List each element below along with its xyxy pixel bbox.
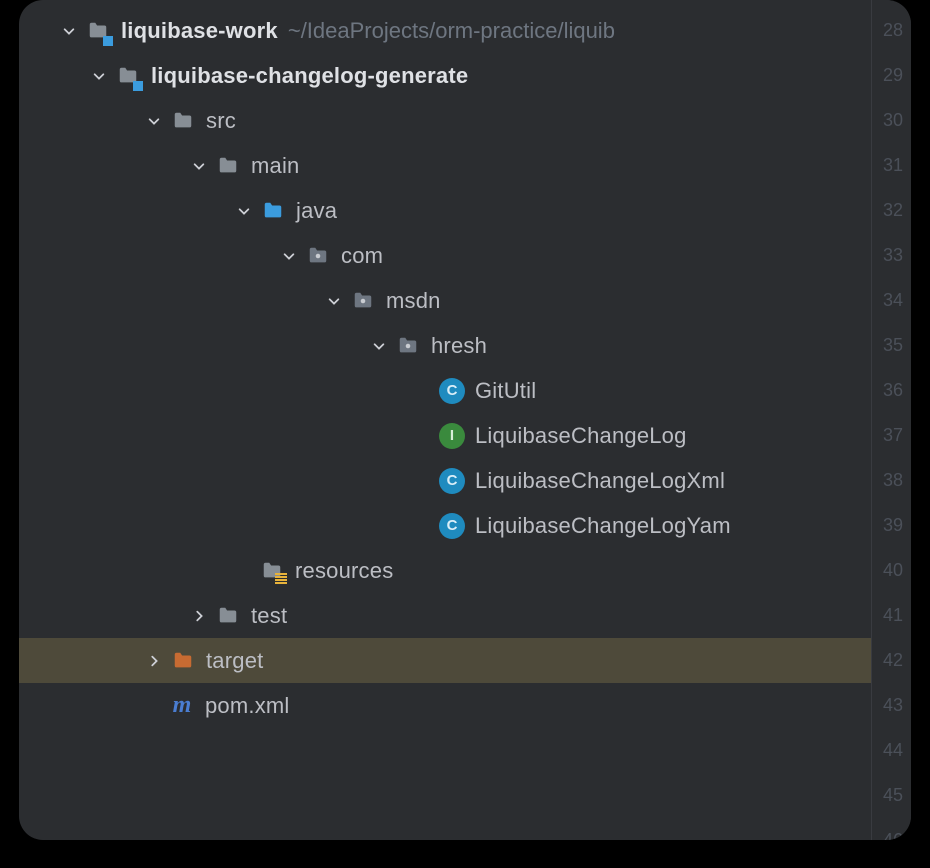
- class-icon: C: [439, 468, 465, 494]
- tree-label: GitUtil: [475, 378, 536, 404]
- line-number: 31: [872, 143, 911, 188]
- excluded-folder-icon: [170, 648, 196, 674]
- tree-row-class[interactable]: C LiquibaseChangeLogXml: [19, 458, 871, 503]
- tree-row-hresh[interactable]: hresh: [19, 323, 871, 368]
- folder-icon: [215, 603, 241, 629]
- tree-row-resources[interactable]: resources: [19, 548, 871, 593]
- folder-icon: [215, 153, 241, 179]
- tree-label: LiquibaseChangeLog: [475, 423, 687, 449]
- tree-row-module[interactable]: liquibase-changelog-generate: [19, 53, 871, 98]
- line-number: 39: [872, 503, 911, 548]
- chevron-right-icon[interactable]: [189, 606, 209, 626]
- tree-label: pom.xml: [205, 693, 290, 719]
- tree-row-root[interactable]: liquibase-work ~/IdeaProjects/orm-practi…: [19, 8, 871, 53]
- tree-label: resources: [295, 558, 393, 584]
- tree-path: ~/IdeaProjects/orm-practice/liquib: [288, 18, 615, 44]
- chevron-right-icon[interactable]: [144, 651, 164, 671]
- tree-row-target[interactable]: target: [19, 638, 871, 683]
- folder-icon: [170, 108, 196, 134]
- package-icon: [305, 243, 331, 269]
- line-number: 35: [872, 323, 911, 368]
- tree-label: LiquibaseChangeLogYam: [475, 513, 731, 539]
- line-number: 36: [872, 368, 911, 413]
- line-number: 43: [872, 683, 911, 728]
- chevron-down-icon[interactable]: [89, 66, 109, 86]
- tree-label: java: [296, 198, 337, 224]
- line-number: 32: [872, 188, 911, 233]
- package-icon: [350, 288, 376, 314]
- tree-row-class[interactable]: I LiquibaseChangeLog: [19, 413, 871, 458]
- line-number: 42: [872, 638, 911, 683]
- tree-label: target: [206, 648, 263, 674]
- module-indicator: [133, 81, 143, 91]
- chevron-down-icon[interactable]: [144, 111, 164, 131]
- project-tree-panel: liquibase-work ~/IdeaProjects/orm-practi…: [19, 0, 911, 840]
- line-number: 40: [872, 548, 911, 593]
- maven-icon: m: [169, 693, 195, 719]
- line-number: 41: [872, 593, 911, 638]
- line-number: 34: [872, 278, 911, 323]
- tree-label: main: [251, 153, 300, 179]
- editor-gutter: 28293031323334353637383940414243444546: [871, 0, 911, 840]
- tree-row-test[interactable]: test: [19, 593, 871, 638]
- tree-label: LiquibaseChangeLogXml: [475, 468, 725, 494]
- resources-folder-icon: [259, 558, 285, 584]
- line-number: 45: [872, 773, 911, 818]
- resources-indicator: [275, 573, 287, 585]
- tree-label: liquibase-work: [121, 18, 278, 44]
- tree-label: liquibase-changelog-generate: [151, 63, 468, 89]
- tree-row-pom[interactable]: m pom.xml: [19, 683, 871, 728]
- line-number: 44: [872, 728, 911, 773]
- class-icon: C: [439, 513, 465, 539]
- tree-label: src: [206, 108, 236, 134]
- package-icon: [395, 333, 421, 359]
- tree-row-msdn[interactable]: msdn: [19, 278, 871, 323]
- chevron-down-icon[interactable]: [369, 336, 389, 356]
- tree-row-class[interactable]: C GitUtil: [19, 368, 871, 413]
- chevron-down-icon[interactable]: [189, 156, 209, 176]
- tree-row-src[interactable]: src: [19, 98, 871, 143]
- module-folder-icon: [85, 18, 111, 44]
- line-number: 33: [872, 233, 911, 278]
- tree-label: test: [251, 603, 287, 629]
- line-number: 28: [872, 8, 911, 53]
- tree-label: com: [341, 243, 383, 269]
- chevron-down-icon[interactable]: [279, 246, 299, 266]
- line-number: 38: [872, 458, 911, 503]
- line-number: 46: [872, 818, 911, 840]
- tree-row-main[interactable]: main: [19, 143, 871, 188]
- tree-row-class[interactable]: C LiquibaseChangeLogYam: [19, 503, 871, 548]
- tree-row-java[interactable]: java: [19, 188, 871, 233]
- chevron-down-icon[interactable]: [324, 291, 344, 311]
- class-icon: C: [439, 378, 465, 404]
- chevron-down-icon[interactable]: [59, 21, 79, 41]
- tree-row-com[interactable]: com: [19, 233, 871, 278]
- tree-label: hresh: [431, 333, 487, 359]
- project-tree[interactable]: liquibase-work ~/IdeaProjects/orm-practi…: [19, 0, 871, 840]
- tree-label: msdn: [386, 288, 441, 314]
- line-number: 30: [872, 98, 911, 143]
- source-folder-icon: [260, 198, 286, 224]
- module-indicator: [103, 36, 113, 46]
- chevron-down-icon[interactable]: [234, 201, 254, 221]
- line-number: 29: [872, 53, 911, 98]
- line-number: 37: [872, 413, 911, 458]
- interface-icon: I: [439, 423, 465, 449]
- module-folder-icon: [115, 63, 141, 89]
